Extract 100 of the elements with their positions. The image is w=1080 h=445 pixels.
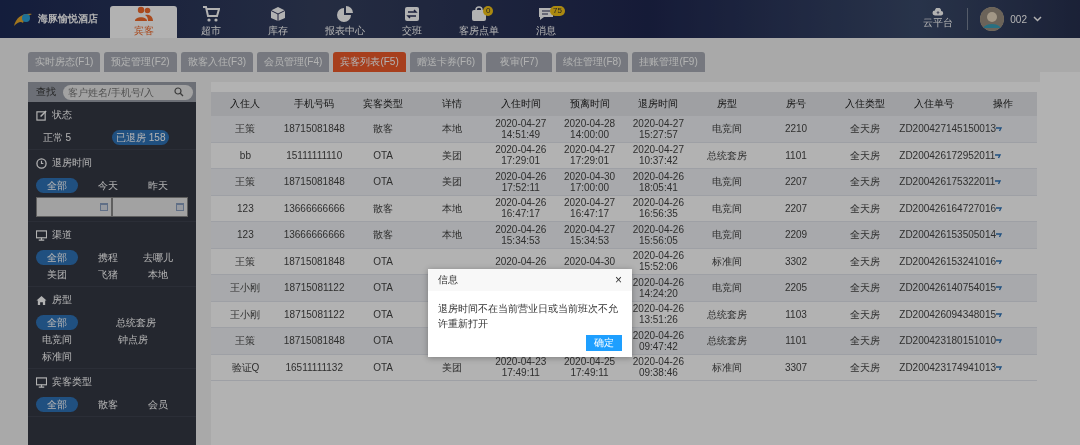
table-cell: 1101 xyxy=(785,149,807,161)
section-title: 状态 xyxy=(52,108,72,122)
monitor-icon xyxy=(36,376,47,388)
dialog-title: 信息 xyxy=(438,273,458,287)
table-cell: ZD200423174941013 xyxy=(899,361,997,373)
calendar-icon[interactable] xyxy=(100,203,108,211)
cloud-button[interactable]: 云平台 xyxy=(909,8,969,30)
filter-option[interactable]: 全部 xyxy=(36,397,78,412)
search-icon[interactable] xyxy=(174,87,184,97)
table-cell: 15111111110 xyxy=(286,149,343,161)
table-cell: ZD200426172952011 xyxy=(899,149,996,161)
table-cell: 18715081848 xyxy=(283,176,345,188)
nav-tab[interactable]: 报表中心 xyxy=(311,6,378,38)
section-title: 退房时间 xyxy=(52,156,92,170)
section-title: 渠道 xyxy=(52,228,72,242)
table-cell: 全天房 xyxy=(849,335,880,347)
filter-option[interactable]: 钟点房 xyxy=(112,332,154,347)
table-cell: ZD200426153241016 xyxy=(899,255,997,267)
filter-option[interactable]: 全部 xyxy=(36,315,78,330)
table-cell: OTA xyxy=(373,255,393,267)
table-cell: OTA xyxy=(373,361,393,373)
filter-option[interactable]: 全部 xyxy=(36,250,78,265)
chevron-down-icon[interactable] xyxy=(1033,16,1042,22)
chat-icon xyxy=(537,6,554,22)
filter-option[interactable]: 会员 xyxy=(137,397,180,412)
table-cell: 2210 xyxy=(784,123,808,135)
table-cell: 散客 xyxy=(373,202,394,214)
table-cell: 全天房 xyxy=(849,308,880,320)
filter-option[interactable]: 正常 5 xyxy=(36,130,78,145)
filter-option[interactable]: 昨天 xyxy=(137,178,180,193)
table-cell: 2020-04-26 17:29:01 xyxy=(495,144,547,167)
table-cell: 王策 xyxy=(235,123,256,135)
table-cell: 电竞间 xyxy=(712,282,743,294)
search-field[interactable]: 客户姓名/手机号/入 xyxy=(63,84,193,100)
filter-option[interactable]: 标准间 xyxy=(36,349,78,364)
table-cell: OTA xyxy=(373,149,393,161)
table-cell: 2020-04-27 17:29:01 xyxy=(563,144,616,167)
filter-option[interactable]: 本地 xyxy=(137,267,180,282)
table-cell: 电竞间 xyxy=(712,123,743,135)
edit-icon xyxy=(36,109,47,121)
nav-tab[interactable]: 库存 xyxy=(244,6,311,38)
filter-option[interactable]: 全部 xyxy=(36,178,78,193)
table-cell: 2020-04-27 16:47:17 xyxy=(563,197,616,220)
table-cell: ZD200426175322011 xyxy=(899,176,996,188)
table-cell: ZD200426153505014 xyxy=(899,229,997,241)
filter-option[interactable]: 已退房 158 xyxy=(112,130,170,145)
table-cell: 美团 xyxy=(441,361,462,373)
table-cell: 全天房 xyxy=(849,255,880,267)
filter-option[interactable]: 去哪儿 xyxy=(137,250,180,265)
filter-option[interactable]: 散客 xyxy=(86,397,129,412)
table-cell: 2020-04-26 09:47:42 xyxy=(632,329,684,352)
table-cell: 2020-04-27 14:51:49 xyxy=(495,117,547,140)
dialog-message: 退房时间不在当前营业日或当前班次不允许重新打开 xyxy=(437,302,619,331)
table-cell: 16511111132 xyxy=(285,361,343,373)
table-cell: 18715081848 xyxy=(283,123,345,135)
table-cell: 标准间 xyxy=(712,361,743,373)
column-header: 退房时间 xyxy=(623,92,693,116)
nav-tab[interactable]: 交班 xyxy=(378,6,445,38)
table-cell: 2207 xyxy=(784,202,808,214)
count-badge: 75 xyxy=(550,6,565,16)
date-field[interactable] xyxy=(36,197,112,217)
nav-tab[interactable]: 消息 75 xyxy=(512,6,579,38)
table-cell: 2020-04-28 14:00:00 xyxy=(563,117,616,140)
pie-chart-icon xyxy=(336,6,353,22)
filter-option[interactable]: 美团 xyxy=(36,267,78,282)
avatar-icon xyxy=(980,7,1005,31)
nav-tab[interactable]: 超市 xyxy=(177,6,244,38)
table-cell: 18715081848 xyxy=(283,335,345,347)
table-cell: 2020-04-26 15:56:05 xyxy=(632,223,684,246)
filter-option[interactable]: 携程 xyxy=(86,250,129,265)
table-cell: 全天房 xyxy=(849,123,880,135)
table-cell: 电竞间 xyxy=(712,176,743,188)
nav-tab[interactable]: 客房点单 0 xyxy=(445,6,512,38)
table-cell: 2020-04-27 15:27:57 xyxy=(632,117,684,140)
date-field[interactable] xyxy=(112,197,188,217)
table-cell: 本地 xyxy=(441,229,462,241)
close-button[interactable]: × xyxy=(615,273,622,287)
filter-option[interactable]: 今天 xyxy=(86,178,129,193)
table-cell: 18715081122 xyxy=(284,308,345,320)
table-cell: 123 xyxy=(237,202,254,214)
user-name[interactable]: 002 xyxy=(1010,13,1027,25)
section-title: 宾客类型 xyxy=(52,375,92,389)
table-cell: 电竞间 xyxy=(712,202,743,214)
table-cell: ZD200423180151010 xyxy=(899,335,997,347)
filter-option[interactable]: 总统套房 xyxy=(112,315,160,330)
filter-option[interactable]: 飞猪 xyxy=(86,267,129,282)
search-label: 查找 xyxy=(36,85,56,99)
column-header: 预离时间 xyxy=(555,92,624,116)
table-cell: 2020-04-30 xyxy=(563,255,616,267)
table-cell: 2020-04-23 17:49:11 xyxy=(495,356,547,379)
calendar-icon[interactable] xyxy=(176,203,184,211)
table-cell: 全天房 xyxy=(849,202,880,214)
bag-icon xyxy=(470,6,487,22)
table-cell: 散客 xyxy=(373,229,394,241)
filter-option[interactable]: 电竞间 xyxy=(36,332,78,347)
count-badge: 0 xyxy=(483,6,494,16)
table-cell: ZD200427145150013 xyxy=(899,123,997,135)
table-cell: 2205 xyxy=(784,282,808,294)
table-cell: 2020-04-26 15:52:06 xyxy=(632,250,684,273)
table-cell: 散客 xyxy=(373,123,394,135)
